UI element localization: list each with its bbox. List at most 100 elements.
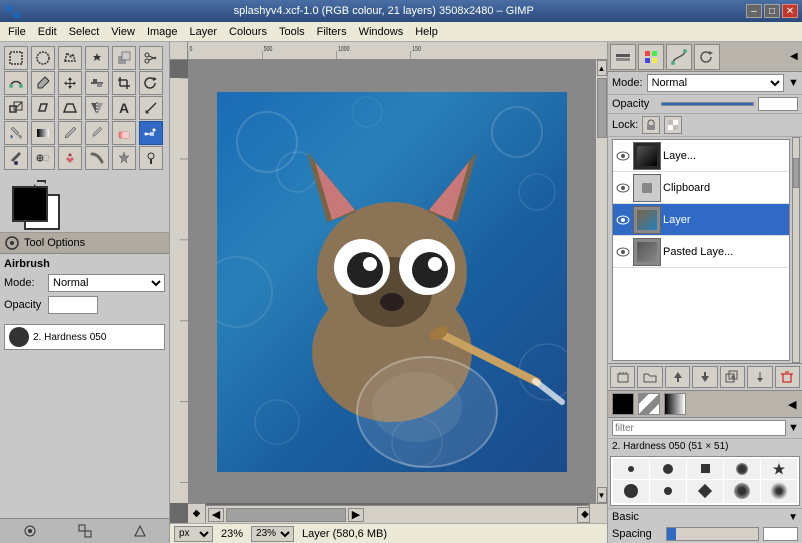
- spacing-value[interactable]: 10,0: [763, 527, 798, 541]
- nav-icon[interactable]: ◆: [188, 503, 206, 523]
- swap-colors-icon[interactable]: [32, 178, 48, 190]
- brushes-filter-expand[interactable]: ▼: [788, 422, 798, 434]
- brush-cell[interactable]: [761, 459, 797, 479]
- brush-cell[interactable]: [724, 459, 760, 479]
- brush-cell[interactable]: [687, 459, 723, 479]
- text-tool[interactable]: A: [112, 96, 136, 120]
- brush-cell[interactable]: [650, 480, 686, 504]
- layer-down-btn[interactable]: [692, 366, 717, 388]
- layer-visibility-icon[interactable]: [615, 212, 631, 228]
- layers-mode-select[interactable]: Normal: [647, 74, 784, 92]
- colors-header-icon[interactable]: [638, 44, 664, 70]
- scissors-tool[interactable]: [139, 46, 163, 70]
- layer-row[interactable]: Pasted Laye...: [613, 236, 789, 268]
- brush-cell[interactable]: [650, 459, 686, 479]
- crop-tool[interactable]: [112, 71, 136, 95]
- move-tool[interactable]: [58, 71, 82, 95]
- close-button[interactable]: ✕: [782, 4, 798, 18]
- layer-visibility-icon[interactable]: [615, 148, 631, 164]
- measure-tool[interactable]: [139, 96, 163, 120]
- ink-tool[interactable]: [4, 146, 28, 170]
- menu-item-windows[interactable]: Windows: [353, 24, 410, 40]
- sharpen-tool[interactable]: [112, 146, 136, 170]
- bucket-fill-tool[interactable]: [4, 121, 28, 145]
- hscroll-right-btn[interactable]: ▶: [348, 508, 364, 522]
- settings-icon[interactable]: [20, 521, 40, 541]
- hscroll-left-btn[interactable]: ◀: [208, 508, 224, 522]
- layers-scrollbar[interactable]: [792, 137, 800, 363]
- maximize-button[interactable]: □: [764, 4, 780, 18]
- blend-tool[interactable]: [31, 121, 55, 145]
- paintbrush-tool[interactable]: [85, 121, 109, 145]
- menu-item-select[interactable]: Select: [63, 24, 106, 40]
- canvas-scroll-area[interactable]: ▲ ▼ ◆ ◀ ▶ ◆: [170, 60, 607, 523]
- vscroll-up-btn[interactable]: ▲: [597, 60, 607, 76]
- brush-cell[interactable]: [613, 459, 649, 479]
- menu-item-edit[interactable]: Edit: [32, 24, 63, 40]
- new-layer-btn[interactable]: [610, 366, 635, 388]
- tool-presets-icon[interactable]: [75, 521, 95, 541]
- tool-options-header[interactable]: Tool Options: [0, 233, 169, 254]
- menu-item-help[interactable]: Help: [409, 24, 444, 40]
- layers-mode-icon[interactable]: [610, 44, 636, 70]
- brush-cell[interactable]: [724, 480, 760, 504]
- brush-cell[interactable]: [687, 480, 723, 504]
- brush-filter-input[interactable]: filter: [612, 420, 786, 436]
- menu-item-file[interactable]: File: [2, 24, 32, 40]
- brushes-expand-icon[interactable]: ◀: [788, 398, 798, 411]
- lock-pixels-icon[interactable]: [642, 116, 660, 134]
- mode-expand-icon[interactable]: ▼: [788, 77, 798, 89]
- bg-brush-swatch[interactable]: [638, 393, 660, 415]
- hscroll-thumb[interactable]: [226, 508, 346, 522]
- minimize-button[interactable]: –: [746, 4, 762, 18]
- menu-item-layer[interactable]: Layer: [184, 24, 224, 40]
- menu-item-view[interactable]: View: [105, 24, 141, 40]
- layer-row-active[interactable]: Layer: [613, 204, 789, 236]
- duplicate-layer-btn[interactable]: [720, 366, 745, 388]
- dodge-burn-tool[interactable]: [139, 146, 163, 170]
- panel-expand-btn[interactable]: ◀: [790, 51, 800, 62]
- layer-visibility-icon[interactable]: [615, 180, 631, 196]
- layers-opacity-value[interactable]: 100,0: [758, 97, 798, 111]
- fg-brush-swatch[interactable]: [612, 393, 634, 415]
- layers-scroll-thumb[interactable]: [793, 158, 799, 188]
- lock-alpha-icon[interactable]: [664, 116, 682, 134]
- brush-preview[interactable]: 2. Hardness 050: [4, 324, 165, 350]
- zoom-select[interactable]: 23%: [251, 526, 294, 542]
- layers-opacity-slider[interactable]: [661, 102, 754, 106]
- pencil-tool[interactable]: [58, 121, 82, 145]
- rotate-tool[interactable]: [139, 71, 163, 95]
- horizontal-scrollbar[interactable]: ◆ ◀ ▶ ◆: [188, 505, 595, 523]
- menu-item-image[interactable]: Image: [141, 24, 184, 40]
- opacity-input[interactable]: 100,0: [48, 296, 98, 314]
- paths-header-icon[interactable]: [666, 44, 692, 70]
- menu-item-colours[interactable]: Colours: [223, 24, 273, 40]
- brush-type-expand[interactable]: ▼: [788, 512, 798, 523]
- vscroll-down-btn[interactable]: ▼: [597, 487, 607, 503]
- delete-layer-btn[interactable]: [775, 366, 800, 388]
- layer-row[interactable]: Laye...: [613, 140, 789, 172]
- fuzzy-select-tool[interactable]: [85, 46, 109, 70]
- undo-history-icon[interactable]: [694, 44, 720, 70]
- layer-row[interactable]: Clipboard: [613, 172, 789, 204]
- align-tool[interactable]: [85, 71, 109, 95]
- unit-select[interactable]: px mm in: [174, 526, 213, 542]
- color-picker-tool[interactable]: [31, 71, 55, 95]
- layer-up-btn[interactable]: [665, 366, 690, 388]
- merge-down-btn[interactable]: [747, 366, 772, 388]
- layers-list[interactable]: Laye... Clipboard: [612, 139, 790, 361]
- color-select-tool[interactable]: [112, 46, 136, 70]
- heal-tool[interactable]: [58, 146, 82, 170]
- shear-tool[interactable]: [31, 96, 55, 120]
- layer-visibility-icon[interactable]: [615, 244, 631, 260]
- vertical-scrollbar[interactable]: ▲ ▼: [595, 60, 607, 503]
- clone-tool[interactable]: [31, 146, 55, 170]
- open-layer-btn[interactable]: [637, 366, 662, 388]
- eraser-tool[interactable]: [112, 121, 136, 145]
- mode-select[interactable]: Normal: [48, 274, 165, 292]
- smudge-tool[interactable]: [85, 146, 109, 170]
- device-status-icon[interactable]: [130, 521, 150, 541]
- flip-tool[interactable]: [85, 96, 109, 120]
- paths-tool[interactable]: [4, 71, 28, 95]
- ellipse-select-tool[interactable]: [31, 46, 55, 70]
